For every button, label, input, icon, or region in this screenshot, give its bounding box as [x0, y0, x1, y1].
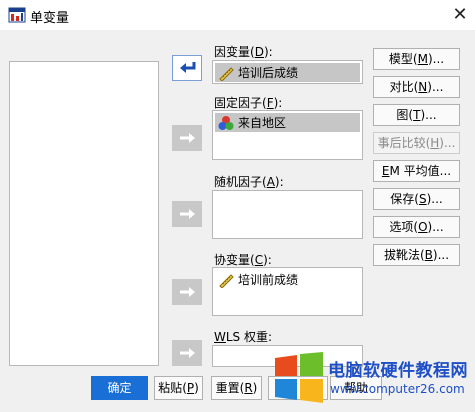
covariate-box[interactable]: 培训前成绩 [212, 267, 363, 316]
save-button[interactable]: 保存(S)... [373, 188, 460, 210]
contrasts-button[interactable]: 对比(N)... [373, 76, 460, 98]
list-item[interactable]: 培训后成绩 [215, 63, 360, 82]
wls-weight-label: WLS 权重: [214, 330, 273, 344]
dependent-variable-box[interactable]: 培训后成绩 [212, 60, 363, 84]
paste-button[interactable]: 粘贴(P) [154, 376, 203, 400]
arrow-right-icon [180, 133, 195, 143]
close-icon[interactable]: ✕ [449, 4, 471, 26]
arrow-left-return-icon [180, 62, 196, 73]
move-random-factor-button[interactable] [172, 201, 202, 227]
ruler-icon [219, 273, 234, 288]
ruler-icon [219, 66, 234, 81]
app-icon [8, 7, 26, 23]
random-factor-box[interactable] [212, 190, 363, 239]
arrow-right-icon [180, 209, 195, 219]
random-factor-label: 随机因子(A): [214, 175, 284, 189]
fixed-factor-box[interactable]: 来自地区 [212, 110, 363, 160]
window-title: 单变量 [30, 11, 70, 26]
watermark-title: 电脑软硬件教程网 [328, 361, 468, 381]
options-button[interactable]: 选项(O)... [373, 216, 460, 238]
em-means-button[interactable]: EM 平均值... [373, 160, 460, 182]
title-bar: 单变量 ✕ [0, 0, 475, 30]
watermark-url: www.computer26.com [330, 382, 465, 396]
nominal-icon [218, 115, 234, 130]
source-variable-list[interactable] [9, 61, 159, 366]
covariate-label: 协变量(C): [214, 253, 272, 267]
watermark: 电脑软硬件教程网 www.computer26.com [272, 352, 475, 412]
arrow-right-icon [180, 287, 195, 297]
bootstrap-button[interactable]: 拔靴法(B)... [373, 244, 460, 266]
fixed-factor-label: 固定因子(F): [214, 96, 283, 110]
move-covariate-button[interactable] [172, 279, 202, 305]
ok-button[interactable]: 确定 [91, 376, 148, 400]
dependent-variable-label: 因变量(D): [214, 45, 273, 59]
windows-logo-icon [275, 352, 323, 403]
plots-button[interactable]: 图(T)... [373, 104, 460, 126]
list-item[interactable]: 来自地区 [215, 113, 360, 132]
move-wls-weight-button[interactable] [172, 340, 202, 366]
move-fixed-factor-button[interactable] [172, 125, 202, 151]
move-dependent-button[interactable] [172, 55, 202, 81]
post-hoc-button[interactable]: 事后比较(H)... [373, 132, 460, 154]
list-item[interactable]: 培训前成绩 [215, 270, 360, 289]
arrow-right-icon [180, 348, 195, 358]
reset-button[interactable]: 重置(R) [211, 376, 262, 400]
model-button[interactable]: 模型(M)... [373, 48, 460, 70]
